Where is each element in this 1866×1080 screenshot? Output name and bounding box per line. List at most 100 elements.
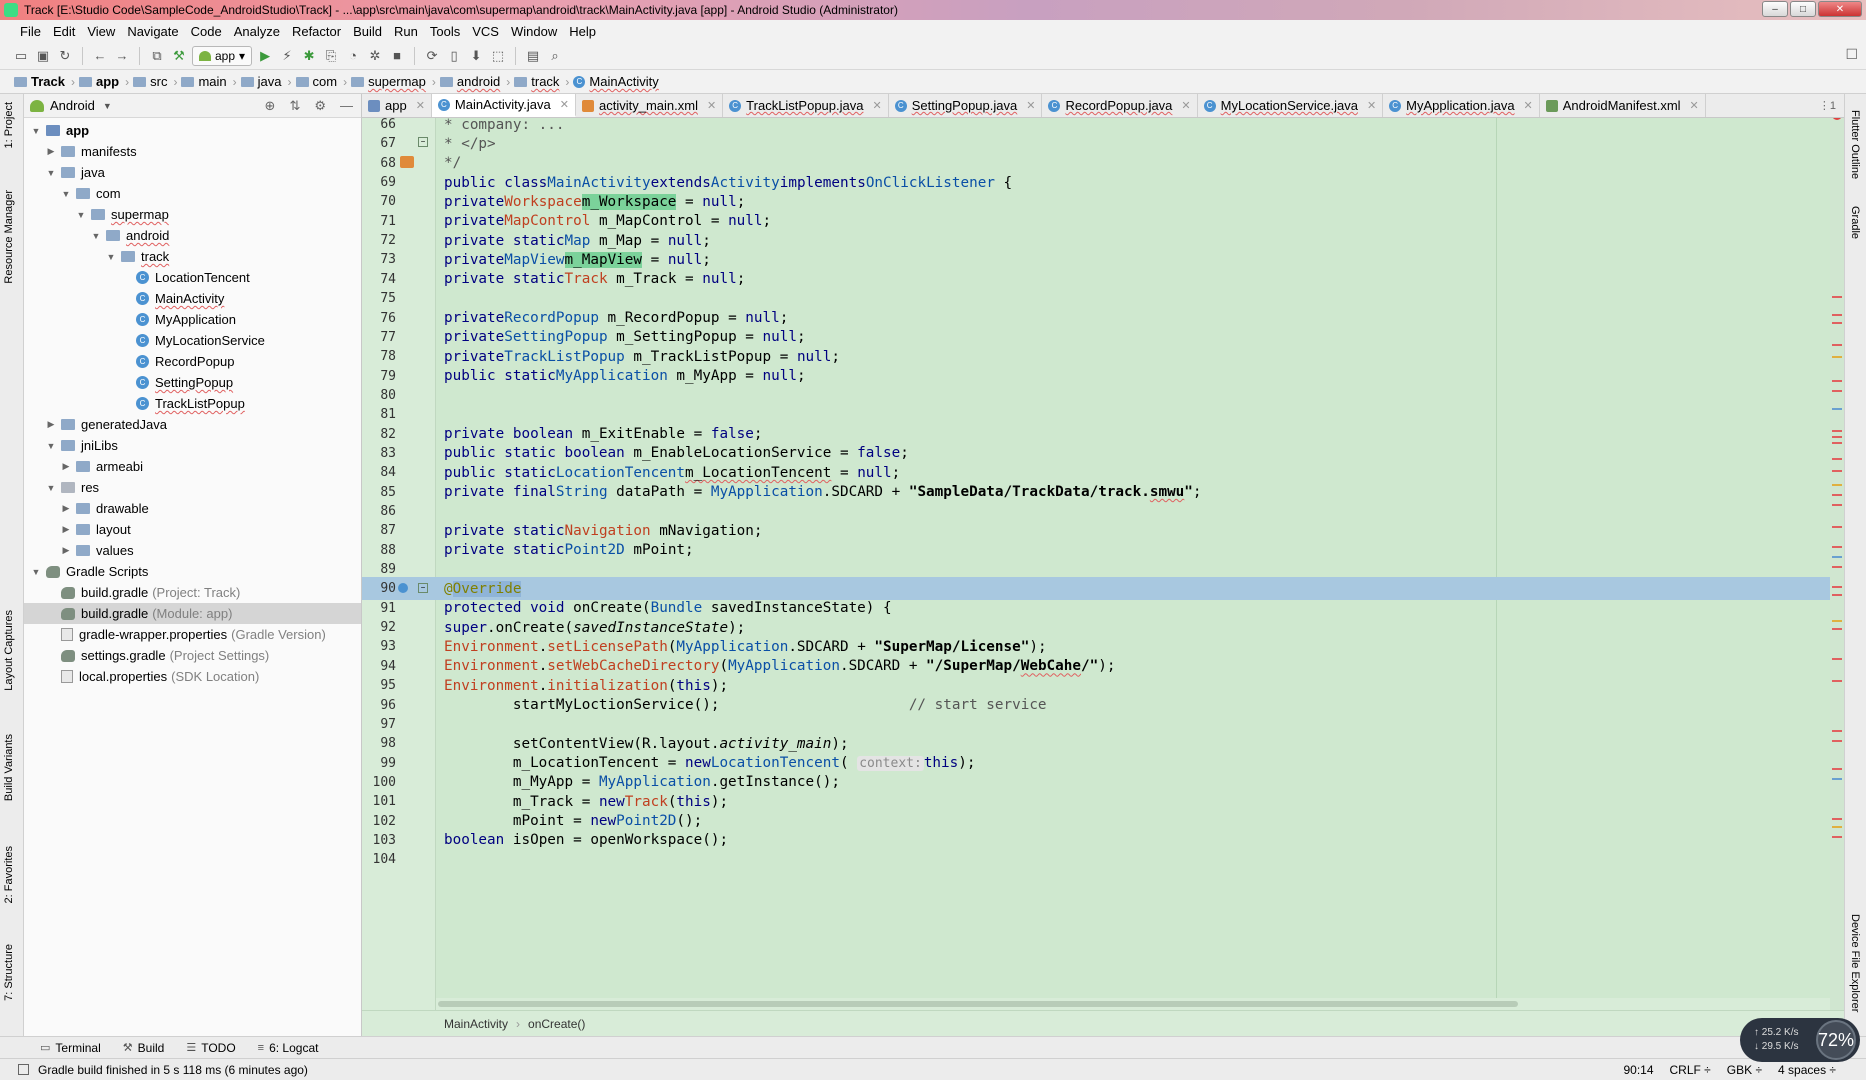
editor-tab[interactable]: app ✕ [362,94,432,117]
collapse-arrow-icon[interactable]: ▶ [60,545,72,556]
tool-tab-device-file-explorer[interactable]: Device File Explorer [1849,914,1861,1012]
editor-tab[interactable]: C MyLocationService.java ✕ [1198,94,1384,117]
tree-item[interactable]: C TrackListPopup [24,393,361,414]
breadcrumb-main[interactable]: main [181,74,227,89]
collapse-all-icon[interactable]: ⇅ [289,98,300,114]
breadcrumb-supermap[interactable]: supermap [351,74,426,89]
tree-item[interactable]: settings.gradle (Project Settings) [24,645,361,666]
tree-item[interactable]: ▼ app [24,120,361,141]
editor-gutter[interactable]: 66 67 68 69 70 71 72 73 74 75 76 77 78 79 80 81 82 83 84 85… [362,118,436,1010]
tree-item[interactable]: build.gradle (Module: app) [24,603,361,624]
tree-item[interactable]: local.properties (SDK Location) [24,666,361,687]
indent-setting[interactable]: 4 spaces ÷ [1778,1063,1836,1077]
tool-tab-logcat[interactable]: ≡ 6: Logcat [258,1041,319,1055]
tree-item[interactable]: ▶ drawable [24,498,361,519]
error-stripe-mark[interactable] [1832,296,1842,298]
locate-file-icon[interactable]: ⊕ [265,98,276,114]
expand-arrow-icon[interactable]: ▼ [45,168,57,178]
breadcrumb-mainactivity[interactable]: C MainActivity [573,74,659,89]
error-stripe-mark[interactable] [1832,442,1842,444]
save-all-icon[interactable]: ▣ [34,47,52,65]
collapse-arrow-icon[interactable]: ▶ [45,146,57,157]
expand-arrow-icon[interactable]: ▼ [30,126,42,136]
error-stripe-mark[interactable] [1832,826,1842,828]
make-project-icon[interactable]: ⚒ [170,47,188,65]
close-tab-icon[interactable]: ✕ [1181,99,1190,112]
error-stripe-mark[interactable] [1832,778,1842,780]
tool-tab-layout-captures[interactable]: Layout Captures [3,610,15,691]
close-tab-icon[interactable]: ✕ [560,98,569,111]
code-line[interactable]: public static MyApplication m_MyApp = nu… [444,365,806,388]
editor-tab[interactable]: C MainActivity.java ✕ [431,94,576,117]
editor-tab[interactable]: C MyApplication.java ✕ [1383,94,1540,117]
breadcrumb-app[interactable]: app [78,74,119,89]
back-icon[interactable]: ← [91,47,109,65]
minimize-button[interactable]: – [1762,1,1788,17]
profile-icon[interactable]: ◔ [344,47,362,65]
error-stripe-mark[interactable] [1832,470,1842,472]
tree-item[interactable]: gradle-wrapper.properties (Gradle Version… [24,624,361,645]
menu-refactor[interactable]: Refactor [286,24,347,39]
tree-item[interactable]: ▶ armeabi [24,456,361,477]
menu-run[interactable]: Run [388,24,424,39]
attach-debugger-icon[interactable]: ⎘ [322,47,340,65]
tree-item[interactable]: C RecordPopup [24,351,361,372]
tool-tab-resource-manager[interactable]: Resource Manager [3,190,15,284]
tool-tab-project[interactable]: 1: Project [3,102,15,148]
layout-inspector-icon[interactable]: ⬚ [489,47,507,65]
override-gutter-icon[interactable] [398,583,408,593]
code-line[interactable]: boolean isOpen = openWorkspace(); [444,829,728,852]
menu-help[interactable]: Help [563,24,602,39]
tree-item[interactable]: ▼ com [24,183,361,204]
menu-analyze[interactable]: Analyze [228,24,286,39]
close-tab-icon[interactable]: ✕ [416,99,425,112]
tree-item[interactable]: ▼ res [24,477,361,498]
close-tab-icon[interactable]: ✕ [707,99,716,112]
error-stripe-mark[interactable] [1832,628,1842,630]
expand-arrow-icon[interactable]: ▼ [75,210,87,220]
error-stripe-mark[interactable] [1832,436,1842,438]
gear-icon[interactable]: ⚙ [314,98,326,114]
tree-item[interactable]: ▶ values [24,540,361,561]
error-indicator-icon[interactable] [1832,118,1842,120]
apply-changes-icon[interactable]: ⚡ [278,47,296,65]
breadcrumb-track[interactable]: track [514,74,559,89]
tree-item[interactable]: C SettingPopup [24,372,361,393]
error-stripe-mark[interactable] [1832,836,1842,838]
horizontal-scrollbar[interactable] [436,998,1830,1010]
collapse-arrow-icon[interactable]: ▶ [45,419,57,430]
expand-arrow-icon[interactable]: ▼ [60,189,72,199]
editor-crumb-method[interactable]: onCreate() [528,1017,585,1031]
tree-item[interactable]: ▼ java [24,162,361,183]
menu-vcs[interactable]: VCS [466,24,505,39]
run-icon[interactable]: ▶ [256,47,274,65]
close-tab-icon[interactable]: ✕ [1367,99,1376,112]
editor-tab[interactable]: activity_main.xml ✕ [576,94,724,117]
error-stripe-mark[interactable] [1832,380,1842,382]
fold-icon[interactable]: − [418,583,428,593]
breadcrumb-src[interactable]: src [133,74,167,89]
expand-arrow-icon[interactable]: ▼ [105,252,117,262]
error-stripe-mark[interactable] [1832,586,1842,588]
tool-tab-flutter-outline[interactable]: Flutter Outline [1849,110,1861,179]
error-stripe-mark[interactable] [1832,322,1842,324]
tree-item[interactable]: ▶ layout [24,519,361,540]
line-separator[interactable]: CRLF ÷ [1670,1063,1711,1077]
avd-manager-icon[interactable]: ▯ [445,47,463,65]
tree-item[interactable]: ▼ jniLibs [24,435,361,456]
error-stripe-mark[interactable] [1832,484,1842,486]
error-stripe-mark[interactable] [1832,526,1842,528]
error-stripe-mark[interactable] [1832,504,1842,506]
error-stripe-mark[interactable] [1832,740,1842,742]
code-line[interactable]: private static Point2D mPoint; [444,539,694,562]
close-tab-icon[interactable]: ✕ [1524,99,1533,112]
error-stripe-mark[interactable] [1832,458,1842,460]
error-stripe-mark[interactable] [1832,620,1842,622]
sdk-manager-icon[interactable]: ⬇ [467,47,485,65]
scrollbar-thumb[interactable] [438,1001,1518,1007]
hide-panel-icon[interactable]: — [340,98,353,114]
menu-build[interactable]: Build [347,24,388,39]
error-stripe-mark[interactable] [1832,594,1842,596]
menu-view[interactable]: View [81,24,121,39]
tool-tab-build[interactable]: ⚒ Build [123,1041,165,1055]
